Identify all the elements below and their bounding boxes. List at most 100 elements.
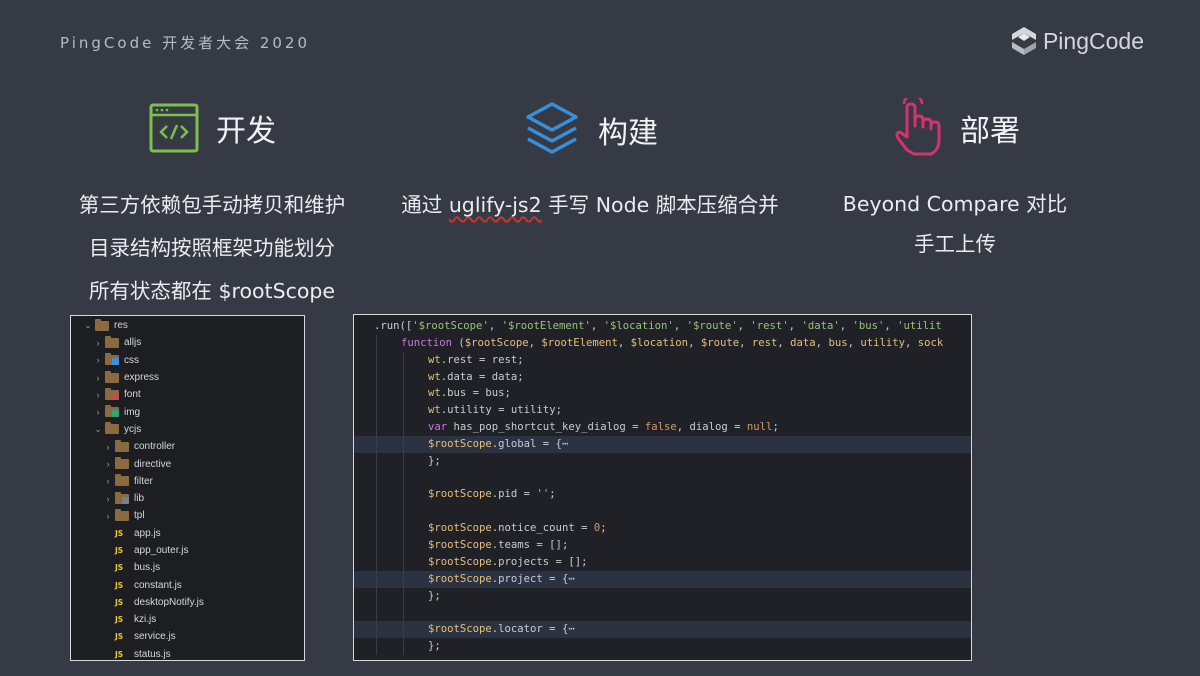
- code-text: $rootScope.global = {⋯: [354, 438, 568, 450]
- tree-item-controller[interactable]: › controller: [71, 438, 304, 455]
- chevron-right-icon[interactable]: ›: [93, 407, 103, 417]
- tree-item-kzi-js[interactable]: JS kzi.js: [71, 611, 304, 628]
- tree-item-label: ycjs: [124, 423, 142, 435]
- tree-item-tpl[interactable]: › tpl: [71, 507, 304, 524]
- code-text: };: [354, 455, 441, 467]
- chevron-right-icon[interactable]: ›: [93, 338, 103, 348]
- code-token: ,: [590, 320, 604, 332]
- chevron-right-icon[interactable]: ›: [103, 476, 113, 486]
- code-token: $rootScope: [428, 538, 492, 551]
- code-line[interactable]: };: [354, 638, 971, 655]
- code-token: ,: [688, 336, 701, 349]
- code-line[interactable]: [354, 469, 971, 487]
- tree-item-app-js[interactable]: JS app.js: [71, 525, 304, 542]
- code-token: ;: [600, 522, 607, 535]
- tree-item-label: directive: [134, 458, 172, 470]
- code-line[interactable]: wt.rest = rest;: [354, 351, 971, 369]
- code-token: ,: [905, 336, 918, 349]
- folder-icon: [105, 387, 119, 400]
- line-text: 通过 uglify-js2 手写 Node 脚本压缩合并: [380, 184, 800, 227]
- chevron-right-icon[interactable]: ›: [103, 494, 113, 504]
- code-line[interactable]: $rootScope.projects = [];: [354, 553, 971, 571]
- code-line[interactable]: wt.bus = bus;: [354, 385, 971, 403]
- code-line[interactable]: };: [354, 587, 971, 605]
- code-token: ,: [739, 336, 752, 349]
- tree-item-alljs[interactable]: › alljs: [71, 334, 304, 351]
- code-token: ⋯: [568, 572, 575, 585]
- code-line[interactable]: $rootScope.teams = [];: [354, 536, 971, 554]
- code-line[interactable]: $rootScope.notice_count = 0;: [354, 520, 971, 537]
- code-line[interactable]: wt.data = data;: [354, 368, 971, 386]
- line-text-part: uglify-js2: [448, 193, 542, 217]
- code-line[interactable]: var has_pop_shortcut_key_dialog = false,…: [354, 419, 971, 436]
- code-line[interactable]: $rootScope.project = {⋯: [354, 570, 971, 588]
- code-line[interactable]: $rootScope.pid = '';: [354, 486, 971, 504]
- chevron-down-icon[interactable]: ⌄: [83, 320, 93, 331]
- tree-item-label: res: [114, 320, 128, 332]
- column-header: 部署: [800, 98, 1110, 158]
- chevron-right-icon[interactable]: ›: [103, 442, 113, 452]
- brand-logo: PingCode: [1011, 26, 1144, 56]
- pingcode-logo-icon: [1011, 27, 1036, 55]
- tree-item-directive[interactable]: › directive: [71, 455, 304, 472]
- line-text: 所有状态都在 $rootScope: [88, 279, 336, 303]
- chevron-right-icon[interactable]: ›: [93, 373, 103, 383]
- code-token: ,: [788, 320, 802, 332]
- code-token: .teams = [];: [491, 538, 569, 551]
- folder-icon: [115, 474, 129, 487]
- code-line[interactable]: $rootScope.locator = {⋯: [354, 621, 971, 639]
- chevron-right-icon[interactable]: ›: [103, 459, 113, 469]
- tree-item-express[interactable]: › express: [71, 369, 304, 386]
- code-line[interactable]: wt.utility = utility;: [354, 402, 971, 420]
- column-header: 构建: [380, 100, 800, 160]
- tree-item-label: status.js: [134, 648, 171, 660]
- tree-item-ycjs[interactable]: ⌄ ycjs: [71, 421, 304, 438]
- chevron-right-icon[interactable]: ›: [93, 355, 103, 365]
- code-token: ,: [528, 336, 542, 349]
- tree-item-css[interactable]: › css: [71, 352, 304, 369]
- tree-item-bus-js[interactable]: JS bus.js: [71, 559, 304, 576]
- code-line[interactable]: [354, 503, 971, 521]
- code-line[interactable]: function ($rootScope, $rootElement, $loc…: [354, 334, 971, 352]
- chevron-right-icon[interactable]: ›: [93, 390, 103, 400]
- column-header: 开发: [52, 98, 372, 158]
- code-token: '': [536, 488, 550, 501]
- code-line[interactable]: [354, 604, 971, 622]
- tree-item-label: kzi.js: [134, 614, 157, 626]
- code-line[interactable]: };: [354, 452, 971, 470]
- tree-item-font[interactable]: › font: [71, 386, 304, 403]
- code-token: 'bus': [852, 320, 885, 332]
- tree-item-status-js[interactable]: JS status.js: [71, 646, 304, 660]
- code-token: 'utilit: [897, 320, 942, 332]
- chevron-right-icon[interactable]: ›: [103, 511, 113, 521]
- chevron-down-icon[interactable]: ⌄: [93, 424, 103, 435]
- line-text-part: 通过: [401, 193, 449, 217]
- tree-item-img[interactable]: › img: [71, 403, 304, 420]
- tree-item-label: app_outer.js: [134, 545, 189, 556]
- code-token: '$rootElement': [501, 320, 591, 332]
- code-line[interactable]: $rootScope.global = {⋯: [354, 435, 971, 453]
- code-text: wt.data = data;: [354, 371, 524, 383]
- tree-item-app-outer-js[interactable]: JS app_outer.js: [71, 542, 304, 559]
- folder-icon: [95, 318, 109, 331]
- code-line[interactable]: .run(['$rootScope', '$rootElement', '$lo…: [354, 318, 971, 335]
- column-deploy: 部署 Beyond Compare 对比 手工上传: [800, 98, 1110, 264]
- code-token: $rootScope: [428, 488, 492, 501]
- tree-item-lib[interactable]: › lib: [71, 490, 304, 507]
- code-token: .global = {: [491, 437, 562, 450]
- tree-item-service-js[interactable]: JS service.js: [71, 628, 304, 645]
- js-file-icon: JS: [115, 528, 124, 538]
- tree-item-filter[interactable]: › filter: [71, 473, 304, 490]
- code-text: $rootScope.teams = [];: [354, 539, 568, 551]
- code-token: ,: [488, 320, 502, 332]
- tree-item-desktopnotify-js[interactable]: JS desktopNotify.js: [71, 594, 304, 611]
- code-token: '$rootScope': [412, 320, 489, 332]
- tree-item-constant-js[interactable]: JS constant.js: [71, 576, 304, 593]
- folder-icon: [105, 405, 119, 418]
- tree-item-res[interactable]: ⌄ res: [71, 317, 304, 334]
- code-text: wt.rest = rest;: [354, 354, 524, 366]
- code-text: wt.bus = bus;: [354, 387, 511, 399]
- code-token: ,: [737, 320, 751, 332]
- code-token: '$location': [603, 320, 674, 332]
